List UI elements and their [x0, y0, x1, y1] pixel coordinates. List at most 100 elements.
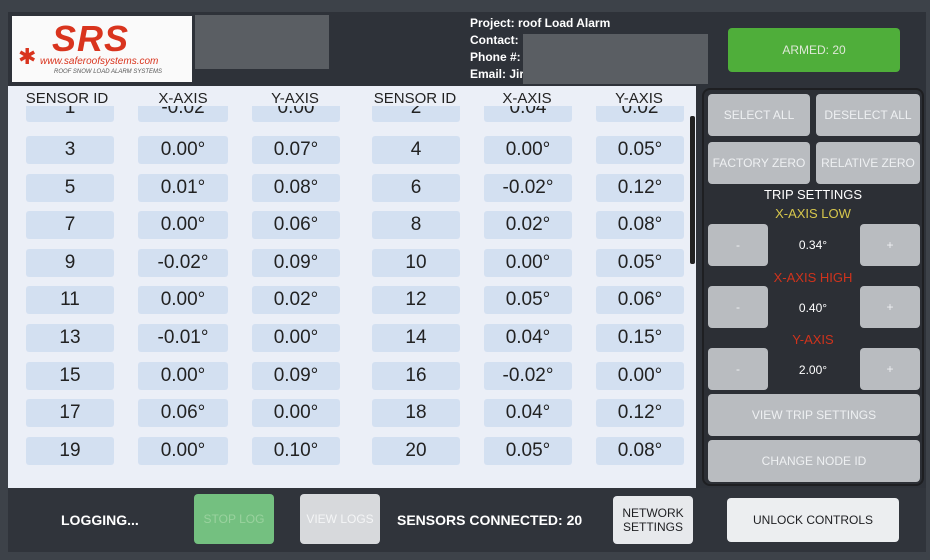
x-axis-low-minus-button[interactable]: - — [708, 224, 768, 266]
x-axis-cell[interactable]: 0.00° — [138, 136, 228, 164]
logo-url: www.saferoofsystems.com — [40, 56, 159, 67]
x-axis-cell[interactable]: 0.00° — [138, 361, 228, 390]
x-axis-cell[interactable]: -0.02° — [484, 173, 572, 202]
x-axis-cell[interactable]: 0.05° — [484, 436, 572, 465]
y-axis-cell[interactable]: 0.09° — [252, 361, 340, 390]
sensor-id-cell[interactable]: 20 — [372, 436, 460, 465]
x-axis-cell[interactable]: -0.01° — [138, 324, 228, 352]
table-cell: 2 — [372, 106, 460, 124]
y-axis-cell[interactable]: 0.15° — [596, 324, 684, 352]
y-axis-plus-button[interactable]: + — [860, 348, 920, 390]
y-axis-cell[interactable]: 0.08° — [596, 211, 684, 240]
y-axis-cell[interactable]: 0.10° — [252, 436, 340, 465]
srs-logo: SRS ✱ www.saferoofsystems.com ROOF SNOW … — [12, 16, 192, 82]
sensor-id-cell[interactable]: 12 — [372, 286, 460, 315]
x-axis-cell[interactable]: 0.00° — [484, 136, 572, 164]
sensor-id-cell[interactable]: 3 — [26, 136, 114, 164]
y-axis-cell[interactable]: 0.02° — [252, 286, 340, 315]
y-axis-cell[interactable]: 0.06° — [252, 211, 340, 240]
y-axis-cell[interactable]: 0.12° — [596, 399, 684, 428]
sensor-id-cell[interactable]: 8 — [372, 211, 460, 240]
column-header-y-axis: Y-AXIS — [271, 90, 319, 107]
x-axis-cell[interactable]: 0.04° — [484, 324, 572, 352]
sensor-id-cell[interactable]: 17 — [26, 399, 114, 428]
x-axis-high-plus-button[interactable]: + — [860, 286, 920, 328]
sensor-id-cell[interactable]: 13 — [26, 324, 114, 352]
x-axis-low-label: X-AXIS LOW — [775, 206, 851, 221]
view-trip-settings-button[interactable]: VIEW TRIP SETTINGS — [708, 394, 920, 436]
x-axis-cell[interactable]: 0.00° — [484, 248, 572, 277]
deselect-all-button[interactable]: DESELECT ALL — [816, 94, 920, 136]
y-axis-minus-button[interactable]: - — [708, 348, 768, 390]
change-node-id-button[interactable]: CHANGE NODE ID — [708, 440, 920, 482]
y-axis-cell[interactable]: 0.00° — [252, 399, 340, 428]
sensor-id-cell[interactable]: 18 — [372, 399, 460, 428]
y-axis-cell[interactable]: 0.06° — [596, 286, 684, 315]
table-scrollbar[interactable] — [690, 116, 695, 264]
network-settings-button[interactable]: NETWORK SETTINGS — [613, 496, 693, 544]
y-axis-cell[interactable]: 0.00° — [596, 361, 684, 390]
footer-bar: LOGGING... STOP LOG VIEW LOGS SENSORS CO… — [8, 488, 926, 552]
sensor-id-cell[interactable]: 9 — [26, 248, 114, 277]
x-axis-cell[interactable]: 0.00° — [138, 286, 228, 315]
x-axis-cell[interactable]: 0.00° — [138, 211, 228, 240]
y-axis-value: 2.00° — [798, 363, 828, 377]
sensor-id-cell[interactable]: 10 — [372, 248, 460, 277]
factory-zero-button[interactable]: FACTORY ZERO — [708, 142, 810, 184]
x-axis-cell[interactable]: 0.00° — [138, 436, 228, 465]
x-axis-cell[interactable]: 0.05° — [484, 286, 572, 315]
y-axis-cell[interactable]: 0.09° — [252, 248, 340, 277]
sensor-id-cell[interactable]: 19 — [26, 436, 114, 465]
stop-log-button[interactable]: STOP LOG — [194, 494, 274, 544]
sensor-id-cell[interactable]: 15 — [26, 361, 114, 390]
column-header-x-axis-2: X-AXIS — [502, 90, 552, 107]
y-axis-cell[interactable]: 0.05° — [596, 136, 684, 164]
sensors-connected-status: SENSORS CONNECTED: 20 — [397, 512, 583, 528]
table-cell: 0.04 — [484, 106, 572, 124]
x-axis-cell[interactable]: 0.01° — [138, 173, 228, 202]
column-header-x-axis: X-AXIS — [158, 90, 208, 107]
column-header-sensor-id-2: SENSOR ID — [373, 90, 457, 107]
y-axis-label: Y-AXIS — [792, 332, 834, 347]
y-axis-cell[interactable]: 0.00° — [252, 324, 340, 352]
table-cell: 1 — [26, 106, 114, 124]
view-logs-button[interactable]: VIEW LOGS — [300, 494, 380, 544]
sensor-id-cell[interactable]: 16 — [372, 361, 460, 390]
screen: SRS ✱ www.saferoofsystems.com ROOF SNOW … — [8, 12, 926, 552]
x-axis-cell[interactable]: 0.06° — [138, 399, 228, 428]
device-frame: SRS ✱ www.saferoofsystems.com ROOF SNOW … — [0, 0, 930, 560]
logo-tagline: ROOF SNOW LOAD ALARM SYSTEMS — [54, 69, 163, 75]
sensor-id-cell[interactable]: 4 — [372, 136, 460, 164]
redacted-block — [195, 15, 329, 69]
project-name: Project: roof Load Alarm — [470, 16, 611, 30]
x-axis-cell[interactable]: 0.04° — [484, 399, 572, 428]
sensor-table[interactable]: SENSOR ID X-AXIS Y-AXIS SENSOR ID X-AXIS… — [8, 86, 696, 488]
y-axis-cell[interactable]: 0.05° — [596, 248, 684, 277]
y-axis-cell[interactable]: 0.08° — [596, 436, 684, 465]
x-axis-low-plus-button[interactable]: + — [860, 224, 920, 266]
relative-zero-button[interactable]: RELATIVE ZERO — [816, 142, 920, 184]
sensor-id-cell[interactable]: 14 — [372, 324, 460, 352]
sensor-id-cell[interactable]: 11 — [26, 286, 114, 315]
trip-settings-title: TRIP SETTINGS — [764, 187, 862, 202]
column-header-y-axis-2: Y-AXIS — [615, 90, 663, 107]
y-axis-cell[interactable]: 0.07° — [252, 136, 340, 164]
sensor-id-cell[interactable]: 5 — [26, 173, 114, 202]
sensor-id-cell[interactable]: 6 — [372, 173, 460, 202]
armed-status[interactable]: ARMED: 20 — [728, 28, 900, 72]
table-cell: -0.02 — [138, 106, 228, 124]
y-axis-cell[interactable]: 0.12° — [596, 173, 684, 202]
x-axis-cell[interactable]: 0.02° — [484, 211, 572, 240]
unlock-controls-button[interactable]: UNLOCK CONTROLS — [727, 498, 899, 542]
x-axis-high-value: 0.40° — [798, 301, 828, 315]
x-axis-cell[interactable]: -0.02° — [138, 248, 228, 277]
table-cell: 0.00 — [252, 106, 340, 124]
x-axis-high-minus-button[interactable]: - — [708, 286, 768, 328]
sensor-id-cell[interactable]: 7 — [26, 211, 114, 240]
x-axis-low-value: 0.34° — [798, 238, 828, 252]
redacted-contact-block — [523, 34, 708, 84]
y-axis-cell[interactable]: 0.08° — [252, 173, 340, 202]
select-all-button[interactable]: SELECT ALL — [708, 94, 810, 136]
table-cell: 0.02 — [596, 106, 684, 124]
x-axis-cell[interactable]: -0.02° — [484, 361, 572, 390]
